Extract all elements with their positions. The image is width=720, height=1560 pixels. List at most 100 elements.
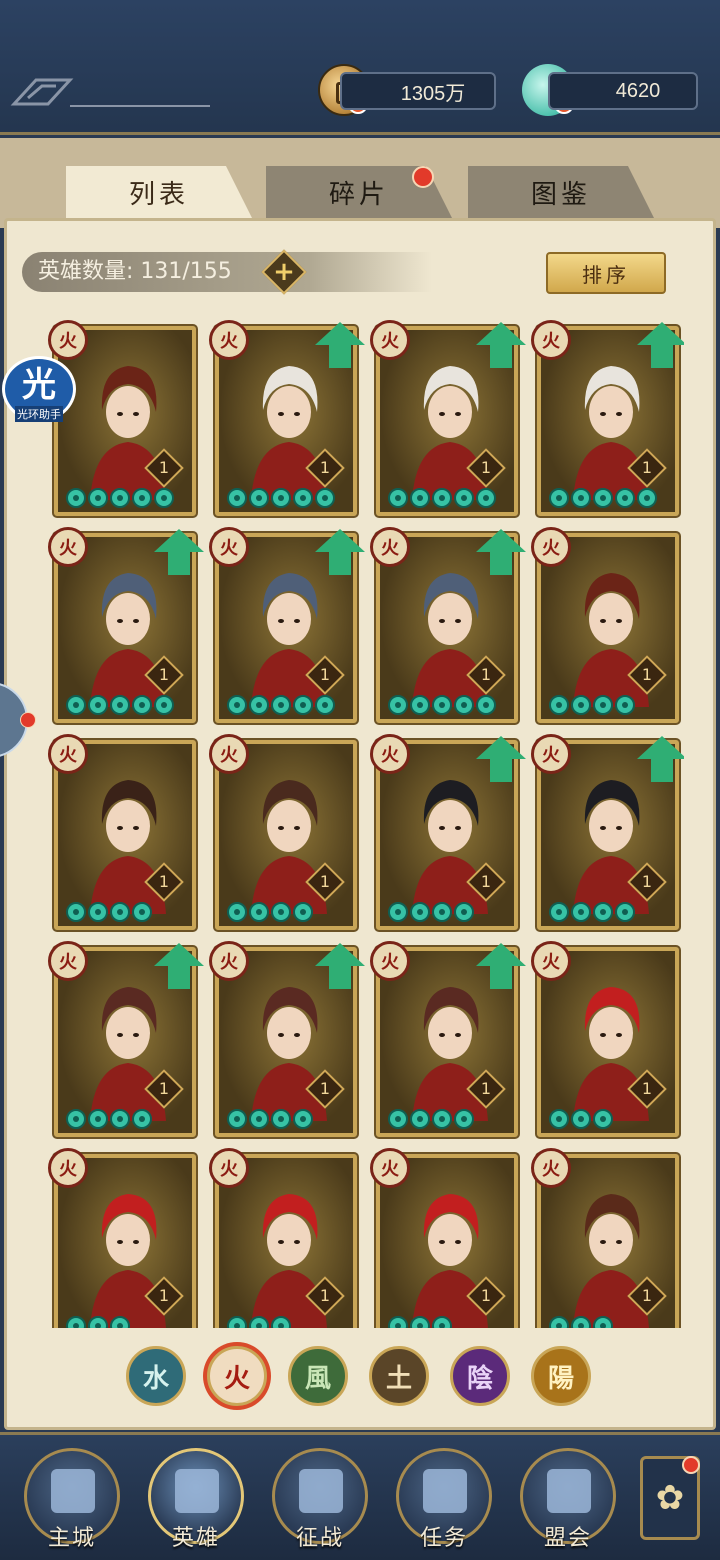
star-rating bbox=[227, 1109, 313, 1129]
tab-codex[interactable]: 图鉴 bbox=[468, 166, 654, 218]
jade-star-icon bbox=[110, 1109, 130, 1129]
hero-portrait bbox=[541, 951, 675, 1133]
jade-star-icon bbox=[593, 1316, 613, 1328]
element-filter-button[interactable]: 水 bbox=[126, 1346, 186, 1406]
element-badge: 火 bbox=[48, 527, 88, 567]
hero-card[interactable]: 火1 bbox=[209, 320, 365, 516]
jade-star-icon bbox=[593, 1109, 613, 1129]
jade-star-icon bbox=[388, 1109, 408, 1129]
jade-star-icon bbox=[432, 488, 452, 508]
jade-star-icon bbox=[249, 1109, 269, 1129]
jade-star-icon bbox=[293, 1109, 313, 1129]
level-value: 1 bbox=[158, 458, 170, 477]
hero-card[interactable]: 火1 bbox=[370, 1148, 518, 1328]
jade-star-icon bbox=[615, 488, 635, 508]
jade-star-icon bbox=[410, 488, 430, 508]
element-filter-bar: 水火風土陰陽 bbox=[126, 1346, 596, 1410]
jade-star-icon bbox=[293, 695, 313, 715]
element-badge: 火 bbox=[48, 320, 88, 360]
jade-star-icon bbox=[388, 695, 408, 715]
sort-button[interactable]: 排序 bbox=[546, 252, 666, 294]
jade-star-icon bbox=[66, 488, 86, 508]
element-badge: 火 bbox=[48, 734, 88, 774]
jade-star-icon bbox=[410, 695, 430, 715]
hero-card[interactable]: 火1 bbox=[209, 941, 365, 1137]
hero-portrait bbox=[58, 744, 192, 926]
hero-card[interactable]: 火1 bbox=[531, 734, 684, 930]
hero-portrait bbox=[58, 330, 192, 512]
jade-star-icon bbox=[249, 902, 269, 922]
hero-grid: 火1火1火1火1火1火1火1火1火1火1火1火1火1火1火1火1火1火1火1火1 bbox=[44, 318, 684, 1328]
star-rating bbox=[549, 488, 657, 508]
hero-card[interactable]: 火1 bbox=[370, 527, 526, 723]
nav-label: 任务 bbox=[419, 1526, 468, 1551]
hero-card[interactable]: 火1 bbox=[48, 941, 204, 1137]
level-value: 1 bbox=[641, 1079, 653, 1098]
hero-card[interactable]: 火1 bbox=[209, 527, 365, 723]
jade-star-icon bbox=[271, 1316, 291, 1328]
level-value: 1 bbox=[641, 665, 653, 684]
jade-star-icon bbox=[571, 1109, 591, 1129]
element-filter-button[interactable]: 土 bbox=[369, 1346, 429, 1406]
element-badge: 火 bbox=[531, 941, 571, 981]
jade-star-icon bbox=[454, 1109, 474, 1129]
jade-star-icon bbox=[454, 695, 474, 715]
element-badge: 火 bbox=[370, 941, 410, 981]
level-value: 1 bbox=[319, 665, 331, 684]
jade-star-icon bbox=[227, 902, 247, 922]
jade-star-icon bbox=[549, 695, 569, 715]
element-filter-button[interactable]: 陰 bbox=[450, 1346, 510, 1406]
jade-star-icon bbox=[593, 902, 613, 922]
element-filter-button[interactable]: 火 bbox=[207, 1346, 267, 1406]
jade-amount: 4620 bbox=[548, 72, 698, 110]
jade-star-icon bbox=[593, 695, 613, 715]
hero-card[interactable]: 火1 bbox=[48, 1148, 196, 1328]
jade-star-icon bbox=[637, 488, 657, 508]
star-rating bbox=[66, 488, 174, 508]
jade-star-icon bbox=[271, 488, 291, 508]
nav-icon bbox=[51, 1469, 95, 1513]
star-rating bbox=[66, 1316, 130, 1328]
tab-list[interactable]: 列表 bbox=[66, 166, 252, 218]
hero-card[interactable]: 火1 bbox=[370, 320, 526, 516]
level-value: 1 bbox=[480, 1079, 492, 1098]
level-value: 1 bbox=[319, 872, 331, 891]
hero-card[interactable]: 火1 bbox=[531, 527, 679, 723]
jade-star-icon bbox=[293, 902, 313, 922]
element-filter-button[interactable]: 陽 bbox=[531, 1346, 591, 1406]
nav-icon bbox=[547, 1469, 591, 1513]
hero-card[interactable]: 火1 bbox=[370, 941, 526, 1137]
jade-star-icon bbox=[132, 1109, 152, 1129]
jade-star-icon bbox=[110, 695, 130, 715]
element-badge: 火 bbox=[209, 320, 249, 360]
jade-star-icon bbox=[132, 488, 152, 508]
more-notification-dot bbox=[682, 1456, 700, 1474]
hero-card[interactable]: 火1 bbox=[209, 734, 357, 930]
nav-label: 英雄 bbox=[171, 1526, 220, 1551]
hero-card[interactable]: 火1 bbox=[531, 1148, 679, 1328]
jade-star-icon bbox=[249, 488, 269, 508]
hero-card[interactable]: 火1 bbox=[531, 320, 684, 516]
element-badge: 火 bbox=[209, 1148, 249, 1188]
level-value: 1 bbox=[480, 665, 492, 684]
jade-star-icon bbox=[476, 695, 496, 715]
element-badge: 火 bbox=[209, 941, 249, 981]
hero-card[interactable]: 火1 bbox=[209, 1148, 357, 1328]
jade-star-icon bbox=[66, 1109, 86, 1129]
helper-app-button[interactable]: 光 光环助手 bbox=[2, 356, 76, 422]
hero-card[interactable]: 火1 bbox=[48, 734, 196, 930]
level-value: 1 bbox=[480, 458, 492, 477]
element-badge: 火 bbox=[48, 1148, 88, 1188]
element-filter-button[interactable]: 風 bbox=[288, 1346, 348, 1406]
jade-star-icon bbox=[88, 902, 108, 922]
level-value: 1 bbox=[158, 1079, 170, 1098]
hero-card[interactable]: 火1 bbox=[48, 527, 204, 723]
coin-amount: 1305万 bbox=[340, 72, 496, 110]
hero-card[interactable]: 火1 bbox=[48, 320, 196, 516]
hero-card[interactable]: 火1 bbox=[531, 941, 679, 1137]
jade-star-icon bbox=[227, 695, 247, 715]
hero-card[interactable]: 火1 bbox=[370, 734, 526, 930]
jade-star-icon bbox=[88, 695, 108, 715]
jade-star-icon bbox=[571, 902, 591, 922]
star-rating bbox=[549, 902, 635, 922]
